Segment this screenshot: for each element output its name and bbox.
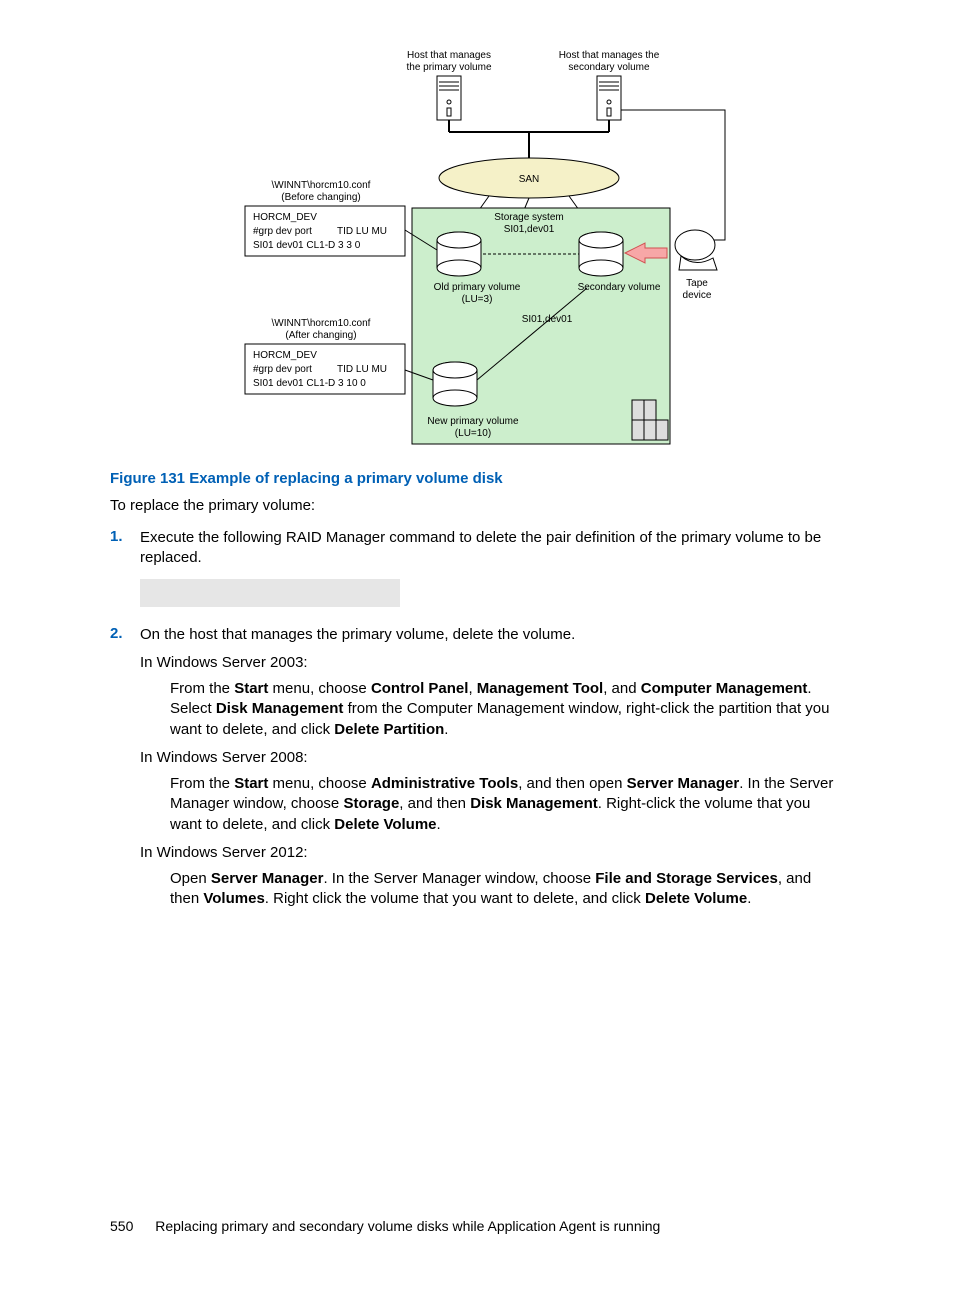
grp-row-1: SI01 dev01 CL1-D 3 3 0 bbox=[253, 240, 361, 251]
new-primary-label-1: New primary volume bbox=[427, 416, 519, 427]
t: . Right click the volume that you want t… bbox=[265, 890, 645, 907]
step-1-number: 1. bbox=[110, 528, 140, 545]
b: Delete Partition bbox=[334, 721, 444, 738]
b: Server Manager bbox=[211, 870, 324, 887]
tape-label-1: Tape bbox=[686, 278, 708, 289]
t: . bbox=[437, 816, 441, 833]
host-secondary-label-1: Host that manages the bbox=[559, 50, 660, 61]
ws2008-body: From the Start menu, choose Administrati… bbox=[170, 774, 844, 835]
horcm-dev-2: HORCM_DEV bbox=[253, 350, 317, 361]
footer-section-title: Replacing primary and secondary volume d… bbox=[155, 1218, 660, 1234]
host-secondary-icon bbox=[597, 76, 621, 120]
page-footer: 550 Replacing primary and secondary volu… bbox=[110, 1218, 844, 1234]
t: From the bbox=[170, 775, 234, 792]
host-primary-label-2: the primary volume bbox=[406, 62, 491, 73]
t: menu, choose bbox=[268, 680, 371, 697]
b: Management Tool bbox=[477, 680, 603, 697]
b: Server Manager bbox=[627, 775, 740, 792]
conf-before-l1: \WINNT\horcm10.conf bbox=[272, 180, 371, 191]
t: , bbox=[468, 680, 476, 697]
host-primary-label-1: Host that manages bbox=[407, 50, 491, 61]
ws2012-body: Open Server Manager. In the Server Manag… bbox=[170, 869, 844, 910]
san-label: SAN bbox=[519, 174, 540, 185]
old-primary-cylinder-icon bbox=[437, 232, 481, 276]
ws2012-heading: In Windows Server 2012: bbox=[140, 843, 844, 863]
storage-system-label: Storage system bbox=[494, 212, 563, 223]
t: . bbox=[747, 890, 751, 907]
conf-before-l2: (Before changing) bbox=[281, 192, 361, 203]
page-number: 550 bbox=[110, 1218, 133, 1234]
b: Storage bbox=[343, 795, 399, 812]
old-primary-label-1: Old primary volume bbox=[434, 282, 521, 293]
b: File and Storage Services bbox=[595, 870, 778, 887]
b: Administrative Tools bbox=[371, 775, 518, 792]
si01-dev01-label-1: SI01,dev01 bbox=[504, 224, 555, 235]
ws2003-body: From the Start menu, choose Control Pane… bbox=[170, 679, 844, 740]
t: . In the Server Manager window, choose bbox=[323, 870, 595, 887]
grp-dev-port-1: #grp dev port bbox=[253, 226, 312, 237]
b: Disk Management bbox=[470, 795, 598, 812]
ws2008-heading: In Windows Server 2008: bbox=[140, 748, 844, 768]
host-secondary-label-2: secondary volume bbox=[568, 62, 650, 73]
grp-headers-2: TID LU MU bbox=[337, 364, 387, 375]
t: , and then bbox=[399, 795, 470, 812]
ws2003-heading: In Windows Server 2003: bbox=[140, 653, 844, 673]
diagram-svg: Host that manages the primary volume Hos… bbox=[227, 40, 727, 450]
b: Disk Management bbox=[216, 700, 344, 717]
b: Control Panel bbox=[371, 680, 469, 697]
t: . bbox=[444, 721, 448, 738]
b: Computer Management bbox=[641, 680, 808, 697]
old-primary-label-2: (LU=3) bbox=[462, 294, 493, 305]
figure-diagram: Host that manages the primary volume Hos… bbox=[110, 40, 844, 450]
b: Volumes bbox=[203, 890, 264, 907]
grp-dev-port-2: #grp dev port bbox=[253, 364, 312, 375]
intro-text: To replace the primary volume: bbox=[110, 497, 844, 514]
code-placeholder bbox=[140, 579, 400, 607]
grp-headers-1: TID LU MU bbox=[337, 226, 387, 237]
figure-caption: Figure 131 Example of replacing a primar… bbox=[110, 470, 844, 487]
b: Delete Volume bbox=[334, 816, 436, 833]
secondary-vol-label: Secondary volume bbox=[578, 282, 661, 293]
step-2-number: 2. bbox=[110, 625, 140, 642]
step-2-lead: On the host that manages the primary vol… bbox=[140, 625, 844, 645]
t: menu, choose bbox=[268, 775, 371, 792]
t: , and bbox=[603, 680, 641, 697]
horcm-dev-1: HORCM_DEV bbox=[253, 212, 317, 223]
secondary-cylinder-icon bbox=[579, 232, 623, 276]
tape-device-icon bbox=[675, 230, 717, 270]
b: Delete Volume bbox=[645, 890, 747, 907]
t: , and then open bbox=[518, 775, 626, 792]
b: Start bbox=[234, 680, 268, 697]
conf-after-l2: (After changing) bbox=[285, 330, 356, 341]
new-primary-label-2: (LU=10) bbox=[455, 428, 491, 439]
tape-label-2: device bbox=[683, 290, 712, 301]
si01-dev01-label-2: SI01,dev01 bbox=[522, 314, 573, 325]
new-primary-cylinder-icon bbox=[433, 362, 477, 406]
t: From the bbox=[170, 680, 234, 697]
step-1-text: Execute the following RAID Manager comma… bbox=[140, 528, 844, 569]
host-primary-icon bbox=[437, 76, 461, 120]
b: Start bbox=[234, 775, 268, 792]
grp-row-2: SI01 dev01 CL1-D 3 10 0 bbox=[253, 378, 366, 389]
t: Open bbox=[170, 870, 211, 887]
conf-after-l1: \WINNT\horcm10.conf bbox=[272, 318, 371, 329]
